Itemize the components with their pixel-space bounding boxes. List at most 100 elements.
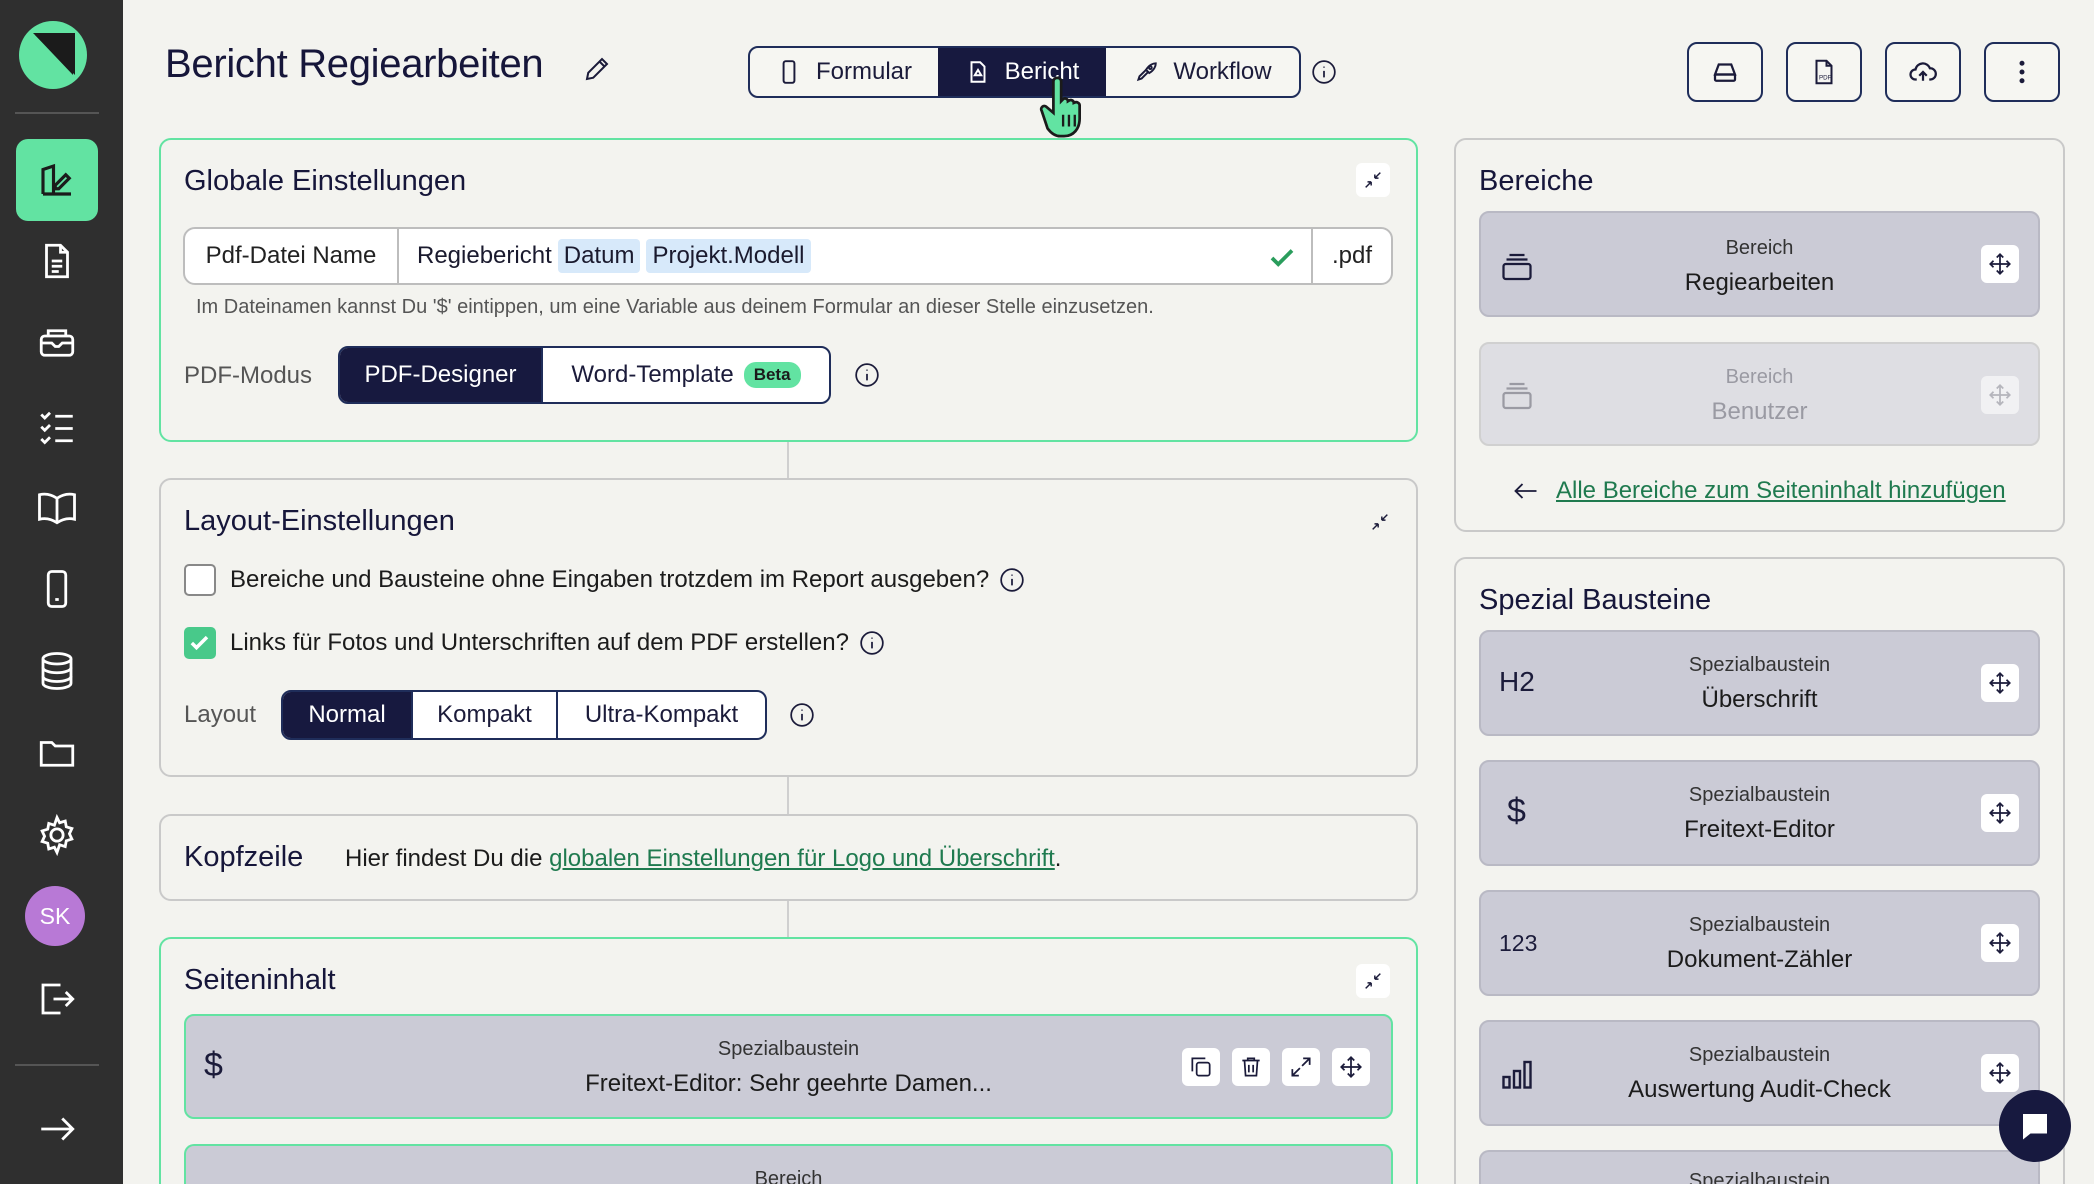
special-block-item[interactable]: H2 Spezialbaustein Überschrift bbox=[1479, 630, 2040, 736]
delete-button[interactable] bbox=[1232, 1048, 1270, 1086]
info-icon[interactable] bbox=[999, 567, 1025, 593]
filename-input[interactable]: Regiebericht Datum Projekt.Modell bbox=[399, 229, 1311, 283]
tab-formular[interactable]: Formular bbox=[750, 48, 938, 96]
sidebar: SK bbox=[0, 0, 123, 1184]
sidebar-item-files[interactable] bbox=[16, 712, 98, 794]
add-all-areas[interactable]: Alle Bereiche zum Seiteninhalt hinzufüge… bbox=[1512, 477, 2006, 505]
collapse-icon bbox=[1365, 172, 1381, 188]
sidebar-item-checklists[interactable] bbox=[16, 384, 98, 466]
chat-button[interactable] bbox=[1999, 1090, 2071, 1162]
move-button[interactable] bbox=[1981, 1054, 2019, 1092]
special-block-item[interactable]: Spezialbaustein Auswertung Audit-Check bbox=[1479, 1020, 2040, 1126]
sidebar-item-mobile[interactable] bbox=[16, 548, 98, 630]
item-name: Dokument-Zähler bbox=[1666, 946, 1853, 973]
drive-icon bbox=[1713, 63, 1737, 82]
pdf-mode-word-template[interactable]: Word-Template Beta bbox=[543, 348, 829, 402]
expand-button[interactable] bbox=[1282, 1048, 1320, 1086]
collapse-button[interactable] bbox=[1363, 505, 1397, 539]
collapse-button[interactable] bbox=[1356, 163, 1390, 197]
item-type: Spezialbaustein bbox=[1688, 1044, 1831, 1066]
global-settings-title: Globale Einstellungen bbox=[184, 165, 467, 197]
connector-line bbox=[787, 900, 789, 938]
collapse-button[interactable] bbox=[1356, 964, 1390, 998]
sidebar-item-settings[interactable] bbox=[16, 794, 98, 876]
move-button bbox=[1981, 376, 2019, 414]
pencil-icon[interactable] bbox=[582, 54, 612, 84]
connector-line bbox=[787, 440, 789, 478]
move-icon bbox=[1989, 932, 2011, 954]
filename-field: Pdf-Datei Name Regiebericht Datum Projek… bbox=[183, 227, 1393, 285]
beta-badge: Beta bbox=[743, 362, 801, 388]
move-button[interactable] bbox=[1981, 664, 2019, 702]
move-button[interactable] bbox=[1981, 245, 2019, 283]
move-button[interactable] bbox=[1332, 1048, 1370, 1086]
layout-label: Layout bbox=[184, 701, 257, 728]
header-section-title: Kopfzeile bbox=[184, 841, 304, 873]
pdf-button[interactable]: PDF bbox=[1786, 42, 1862, 102]
sidebar-item-inbox[interactable] bbox=[16, 302, 98, 384]
gear-icon bbox=[40, 814, 74, 856]
add-all-areas-link[interactable]: Alle Bereiche zum Seiteninhalt hinzufüge… bbox=[1556, 477, 2006, 505]
content-item[interactable]: $ Spezialbaustein Freitext-Editor: Sehr … bbox=[184, 1014, 1393, 1119]
content-item[interactable]: Bereich bbox=[184, 1144, 1393, 1184]
header-section-text: Hier findest Du die globalen Einstellung… bbox=[345, 845, 1061, 873]
special-block-item[interactable]: 123 Spezialbaustein Dokument-Zähler bbox=[1479, 890, 2040, 996]
sidebar-item-documents[interactable] bbox=[16, 220, 98, 302]
check-icon bbox=[1270, 249, 1294, 267]
sidebar-expand-button[interactable] bbox=[16, 1088, 98, 1170]
global-settings-link[interactable]: globalen Einstellungen für Logo und Über… bbox=[549, 845, 1055, 872]
avatar-initials: SK bbox=[39, 902, 71, 929]
avatar[interactable]: SK bbox=[25, 886, 85, 946]
item-type: Spezialbaustein bbox=[1688, 1170, 1831, 1184]
move-icon bbox=[1340, 1056, 1362, 1078]
photo-links-checkbox[interactable] bbox=[184, 627, 216, 659]
info-icon[interactable] bbox=[854, 362, 880, 388]
option-label: Kompakt bbox=[437, 701, 532, 728]
info-icon[interactable] bbox=[789, 702, 815, 728]
sidebar-divider bbox=[15, 112, 99, 114]
move-button[interactable] bbox=[1981, 794, 2019, 832]
layout-kompakt[interactable]: Kompakt bbox=[413, 692, 558, 738]
empty-areas-checkbox[interactable] bbox=[184, 564, 216, 596]
move-icon bbox=[1989, 384, 2011, 406]
logout-icon bbox=[41, 983, 75, 1015]
move-icon bbox=[1989, 1062, 2011, 1084]
info-icon[interactable] bbox=[859, 630, 885, 656]
more-menu-button[interactable] bbox=[1984, 42, 2060, 102]
item-type: Spezialbaustein bbox=[1688, 654, 1831, 676]
sidebar-item-library[interactable] bbox=[16, 466, 98, 548]
duplicate-button[interactable] bbox=[1182, 1048, 1220, 1086]
option-label: Word-Template bbox=[571, 361, 734, 388]
arrow-left-icon bbox=[1514, 483, 1537, 499]
option-text: Links für Fotos und Unterschriften auf d… bbox=[230, 629, 849, 656]
move-button[interactable] bbox=[1981, 924, 2019, 962]
sidebar-item-logout[interactable] bbox=[16, 958, 98, 1040]
area-item[interactable]: Bereich Regiearbeiten bbox=[1479, 211, 2040, 317]
item-type: Bereich bbox=[754, 1168, 823, 1184]
tab-workflow[interactable]: Workflow bbox=[1106, 48, 1299, 96]
special-block-item[interactable]: $ Spezialbaustein Freitext-Editor bbox=[1479, 760, 2040, 866]
pdf-mode-designer[interactable]: PDF-Designer bbox=[340, 348, 543, 402]
sidebar-item-database[interactable] bbox=[16, 630, 98, 712]
special-block-item[interactable]: Spezialbaustein bbox=[1479, 1150, 2040, 1184]
cloud-upload-icon bbox=[1909, 62, 1937, 81]
hand-cursor-icon bbox=[1039, 76, 1081, 138]
variable-chip[interactable]: Datum bbox=[557, 239, 641, 273]
cloud-upload-button[interactable] bbox=[1885, 42, 1961, 102]
phone-icon bbox=[782, 60, 796, 84]
layout-normal[interactable]: Normal bbox=[283, 692, 413, 738]
expand-icon bbox=[1291, 1057, 1311, 1077]
report-designer-icon bbox=[41, 163, 72, 196]
tab-label: Workflow bbox=[1173, 58, 1272, 85]
layout-toggle: Normal Kompakt Ultra-Kompakt bbox=[281, 690, 767, 740]
layout-ultra-kompakt[interactable]: Ultra-Kompakt bbox=[558, 692, 765, 738]
document-icon bbox=[45, 243, 69, 279]
checklist-icon bbox=[40, 411, 73, 445]
rocket-icon bbox=[1137, 62, 1158, 82]
drive-button[interactable] bbox=[1687, 42, 1763, 102]
info-icon[interactable] bbox=[1311, 59, 1337, 85]
app-logo[interactable] bbox=[19, 21, 87, 89]
variable-chip[interactable]: Projekt.Modell bbox=[646, 239, 811, 273]
photo-links-label: Links für Fotos und Unterschriften auf d… bbox=[230, 629, 885, 657]
sidebar-item-report-designer[interactable] bbox=[16, 139, 98, 221]
